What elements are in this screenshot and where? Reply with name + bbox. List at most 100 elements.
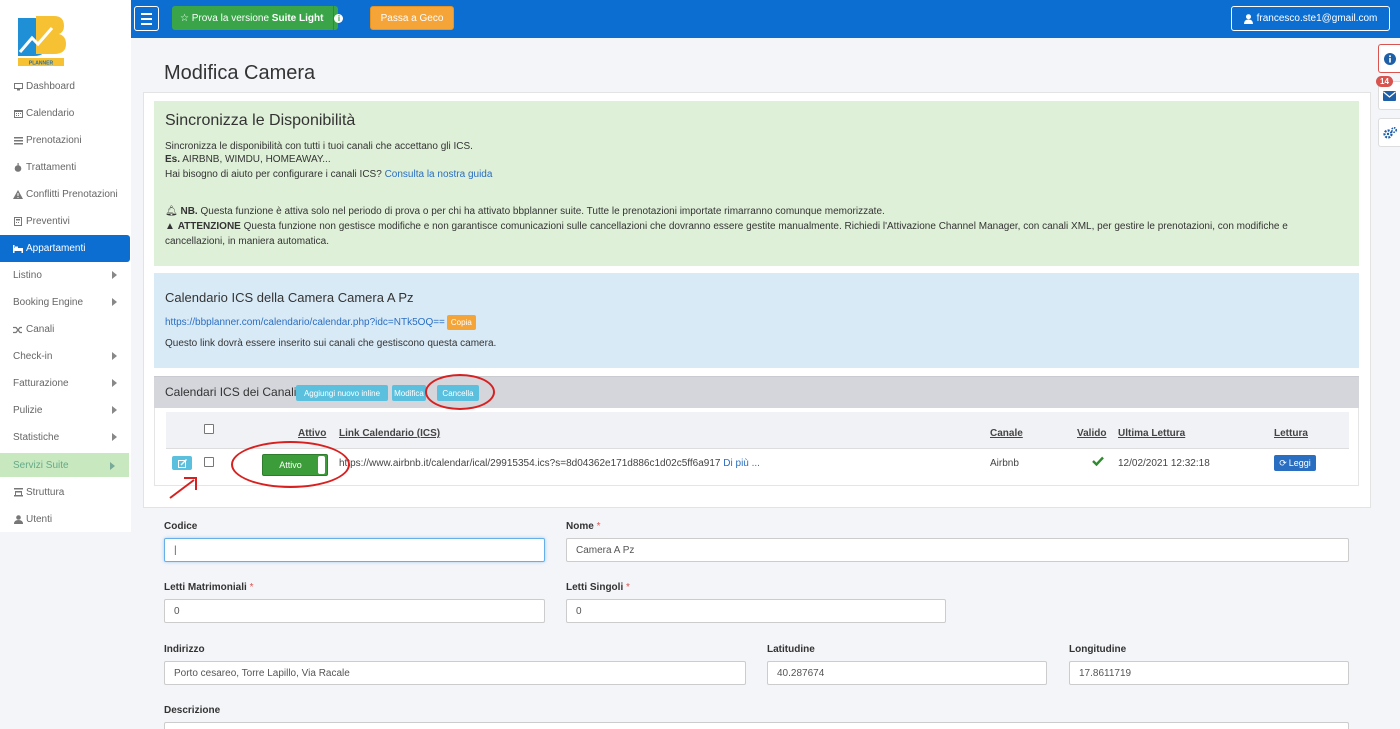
edit-button[interactable]: Modifica [392, 385, 426, 401]
sidebar-item-fatturazione[interactable]: Fatturazione [0, 370, 131, 397]
sidebar-item-servizi-suite[interactable]: Servizi Suite [0, 453, 129, 477]
channel-name: Airbnb [990, 458, 1019, 469]
chevron-right-icon [112, 433, 117, 441]
room-ics-url[interactable]: https://bbplanner.com/calendario/calenda… [165, 317, 445, 328]
channel-ics-header: Calendari ICS dei Canali Aggiungi nuovo … [154, 376, 1359, 408]
sidebar-item-label: Utenti [26, 514, 53, 525]
codice-label: Codice [164, 521, 198, 532]
col-ultima-lettura[interactable]: Ultima Lettura [1118, 428, 1185, 439]
descrizione-label: Descrizione [164, 705, 221, 716]
indirizzo-label: Indirizzo [164, 644, 205, 655]
sync-nb: 🔔︎ NB. Questa funzione è attiva solo nel… [165, 206, 885, 217]
sidebar-item-trattamenti[interactable]: Trattamenti [0, 154, 131, 181]
sidebar-item-label: Calendario [26, 108, 75, 119]
star-icon: ☆ [180, 12, 189, 24]
latitudine-input[interactable]: 40.287674 [767, 661, 1047, 685]
latitudine-label: Latitudine [767, 644, 815, 655]
descrizione-input[interactable] [164, 722, 1349, 729]
sidebar-item-label: Listino [13, 270, 42, 281]
more-link[interactable]: Di più ... [723, 458, 760, 469]
apple-icon [13, 163, 23, 173]
sidebar-item-conflitti[interactable]: Conflitti Prenotazioni [0, 181, 131, 208]
user-menu-button[interactable]: francesco.ste1@gmail.com [1231, 6, 1390, 31]
building-icon [13, 488, 23, 498]
col-canale[interactable]: Canale [990, 428, 1023, 439]
guide-link[interactable]: Consulta la nostra guida [385, 169, 493, 180]
col-link[interactable]: Link Calendario (ICS) [339, 428, 440, 439]
col-lettura[interactable]: Lettura [1274, 428, 1308, 439]
calendar-icon [13, 109, 23, 119]
sidebar-item-label: Canali [26, 324, 55, 335]
col-valido[interactable]: Valido [1077, 428, 1106, 439]
sidebar-item-struttura[interactable]: Struttura [0, 479, 131, 506]
menu-toggle-button[interactable] [134, 6, 159, 31]
chevron-right-icon [112, 298, 117, 306]
bbplanner-logo[interactable]: PLANNER [12, 12, 68, 68]
table-header: Attivo Link Calendario (ICS) Canale Vali… [166, 412, 1349, 448]
codice-input[interactable]: | [164, 538, 545, 562]
sync-description: Sincronizza le disponibilità con tutti i… [165, 141, 473, 152]
edit-row-button[interactable] [172, 456, 192, 470]
sidebar-item-statistiche[interactable]: Statistiche [0, 424, 131, 451]
edit-icon [177, 458, 187, 468]
sidebar-nav: Dashboard Calendario Prenotazioni Tratta… [0, 73, 131, 533]
gears-icon [1382, 126, 1397, 139]
info-icon [1383, 52, 1396, 65]
sidebar-item-preventivi[interactable]: Preventivi [0, 208, 131, 235]
letti-singoli-input[interactable]: 0 [566, 599, 946, 623]
switch-geco-button[interactable]: Passa a Geco [370, 6, 454, 30]
annotation-circle [231, 441, 350, 488]
sidebar-item-booking-engine[interactable]: Booking Engine [0, 289, 131, 316]
sidebar-item-checkin[interactable]: Check-in [0, 343, 131, 370]
page-title: Modifica Camera [164, 62, 316, 84]
warning-icon: ▲ [165, 221, 175, 232]
user-icon [13, 515, 23, 525]
annotation-circle [425, 374, 495, 410]
add-inline-button[interactable]: Aggiungi nuovo inline [296, 385, 388, 401]
topbar: ☆ Prova la versione Suite Light i Passa … [131, 0, 1400, 38]
chevron-right-icon [112, 271, 117, 279]
try-suite-button[interactable]: ☆ Prova la versione Suite Light i [172, 6, 344, 30]
check-icon [1092, 456, 1104, 469]
shuffle-icon [13, 325, 23, 335]
suite-info-button[interactable]: i [333, 6, 344, 30]
sidebar-item-utenti[interactable]: Utenti [0, 506, 131, 533]
col-attivo[interactable]: Attivo [298, 428, 326, 439]
annotation-arrow [169, 477, 197, 499]
room-ics-title: Calendario ICS della Camera Camera A Pz [165, 290, 414, 305]
ics-link: https://www.airbnb.it/calendar/ical/2991… [339, 458, 760, 469]
read-button[interactable]: ⟳ Leggi [1274, 455, 1316, 471]
sync-warning: ▲ ATTENZIONE Questa funzione non gestisc… [165, 221, 1288, 232]
sidebar-item-label: Dashboard [26, 81, 75, 92]
nome-input[interactable]: Camera A Pz [566, 538, 1349, 562]
sidebar-item-listino[interactable]: Listino [0, 262, 131, 289]
monitor-icon [13, 82, 23, 92]
sidebar-item-appartamenti[interactable]: Appartamenti [0, 235, 130, 262]
sidebar-item-label: Appartamenti [26, 243, 86, 254]
letti-singoli-label: Letti Singoli * [566, 582, 630, 593]
messages-badge: 14 [1376, 76, 1393, 87]
svg-text:PLANNER: PLANNER [29, 61, 54, 67]
envelope-icon [1383, 90, 1396, 101]
indirizzo-input[interactable]: Porto cesareo, Torre Lapillo, Via Racale [164, 661, 746, 685]
sidebar-item-label: Servizi Suite [13, 459, 69, 471]
last-read: 12/02/2021 12:32:18 [1118, 458, 1210, 469]
sidebar-item-pulizie[interactable]: Pulizie [0, 397, 131, 424]
row-checkbox[interactable] [204, 457, 214, 467]
longitudine-input[interactable]: 17.8611719 [1069, 661, 1349, 685]
sidebar-item-canali[interactable]: Canali [0, 316, 131, 343]
sidebar: PLANNER Dashboard Calendario Prenotazion… [0, 0, 131, 532]
sidebar-item-prenotazioni[interactable]: Prenotazioni [0, 127, 131, 154]
sidebar-item-label: Pulizie [13, 405, 43, 416]
letti-matrimoniali-input[interactable]: 0 [164, 599, 545, 623]
copy-button[interactable]: Copia [446, 315, 476, 330]
messages-button[interactable]: 14 [1376, 76, 1400, 110]
sidebar-item-calendario[interactable]: Calendario [0, 100, 131, 127]
channel-ics-title: Calendari ICS dei Canali [165, 385, 297, 399]
chevron-right-icon [110, 462, 115, 470]
sidebar-item-label: Struttura [26, 487, 65, 498]
sidebar-item-dashboard[interactable]: Dashboard [0, 73, 131, 100]
settings-button[interactable] [1378, 118, 1400, 147]
info-panel-button[interactable] [1378, 44, 1400, 73]
select-all-checkbox[interactable] [204, 424, 214, 434]
